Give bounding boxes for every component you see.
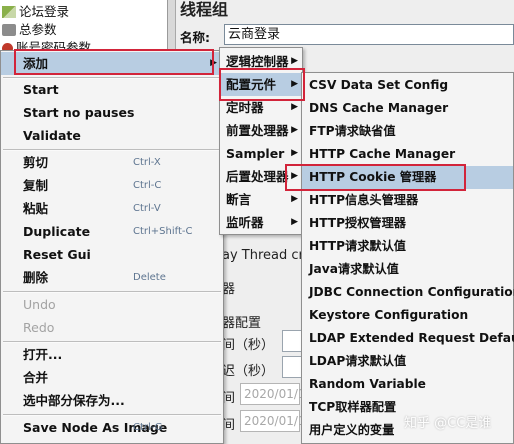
- menu-item-validate[interactable]: Validate: [1, 124, 223, 147]
- menu-item-http-header-manager[interactable]: HTTP信息头管理器: [302, 189, 513, 212]
- menu-item-label: Start: [23, 82, 59, 97]
- menu-item-reset-gui[interactable]: Reset Gui: [1, 243, 223, 266]
- menu-item-label: Java请求默认值: [309, 262, 399, 276]
- start-time-input[interactable]: 2020/01/1: [240, 383, 306, 405]
- menu-item-save-selection[interactable]: 选中部分保存为...: [1, 389, 223, 412]
- menu-item-label: Reset Gui: [23, 247, 91, 262]
- menu-item-label: JDBC Connection Configuration: [309, 285, 514, 299]
- menu-item-random-variable[interactable]: Random Variable: [302, 373, 513, 396]
- menu-item-open[interactable]: 打开...: [1, 343, 223, 366]
- menu-item-label: 逻辑控制器: [226, 54, 289, 69]
- menu-item-paste[interactable]: 粘贴 Ctrl-V: [1, 197, 223, 220]
- menu-item-label: CSV Data Set Config: [309, 78, 449, 92]
- menu-item-label: 复制: [23, 178, 49, 193]
- tree-node[interactable]: 论坛登录: [2, 3, 69, 21]
- menu-item-label: 定时器: [226, 100, 264, 115]
- menu-item-merge[interactable]: 合并: [1, 366, 223, 389]
- shortcut-label: Ctrl-C: [133, 180, 162, 191]
- menu-item-label: HTTP Cache Manager: [309, 147, 456, 161]
- duration-label: 间（秒）: [222, 338, 275, 353]
- context-menu: 添加 ▶ Start Start no pauses Validate 剪切 Ctr…: [0, 50, 224, 444]
- annotation-box-add: [14, 49, 214, 75]
- shortcut-label: Ctrl-X: [133, 157, 161, 168]
- end-time-input[interactable]: 2020/01/1: [240, 410, 306, 432]
- shortcut-label: Delete: [133, 272, 166, 283]
- menu-item-save-node-as-image[interactable]: Save Node As Image Ctrl-G: [1, 416, 223, 439]
- menu-item-label: 删除: [23, 270, 49, 285]
- menu-item-delete[interactable]: 删除 Delete: [1, 266, 223, 289]
- menu-item-assertion[interactable]: 断言 ▶: [220, 188, 302, 211]
- config-element-submenu: CSV Data Set Config DNS Cache Manager FT…: [301, 72, 514, 444]
- submenu-arrow-icon: ▶: [291, 125, 298, 135]
- tool-icon: [2, 24, 16, 36]
- menu-item-http-cache-manager[interactable]: HTTP Cache Manager: [302, 143, 513, 166]
- tree-node[interactable]: 总参数: [2, 21, 57, 39]
- menu-item-http-auth-manager[interactable]: HTTP授权管理器: [302, 212, 513, 235]
- tree-node-label: 总参数: [19, 22, 57, 37]
- menu-item-pre-processor[interactable]: 前置处理器 ▶: [220, 119, 302, 142]
- shortcut-label: Ctrl-V: [133, 203, 161, 214]
- name-label: 名称:: [180, 30, 210, 45]
- menu-item-dns-cache-manager[interactable]: DNS Cache Manager: [302, 97, 513, 120]
- menu-item-label: 监听器: [226, 215, 264, 230]
- menu-item-label: 用户定义的变量: [309, 423, 395, 437]
- menu-item-label: 粘贴: [23, 201, 49, 216]
- menu-item-label: 前置处理器: [226, 123, 289, 138]
- menu-item-label: 选中部分保存为...: [23, 393, 125, 408]
- menu-item-label: Random Variable: [309, 377, 426, 391]
- menu-item-label: DNS Cache Manager: [309, 101, 449, 115]
- menu-item-label: Keystore Configuration: [309, 308, 469, 322]
- menu-item-redo: Redo: [1, 316, 223, 339]
- menu-item-label: Undo: [23, 297, 56, 312]
- menu-item-copy[interactable]: 复制 Ctrl-C: [1, 174, 223, 197]
- menu-item-label: 断言: [226, 192, 252, 207]
- menu-item-label: Sampler: [226, 146, 285, 161]
- menu-item-sampler[interactable]: Sampler ▶: [220, 142, 302, 165]
- menu-item-label: HTTP请求默认值: [309, 239, 406, 253]
- menu-item-label: TCP取样器配置: [309, 400, 397, 414]
- menu-item-label: FTP请求缺省值: [309, 124, 396, 138]
- menu-item-label: Redo: [23, 320, 55, 335]
- submenu-arrow-icon: ▶: [291, 217, 298, 227]
- annotation-box-cookie-manager: [285, 164, 466, 191]
- menu-item-ftp-defaults[interactable]: FTP请求缺省值: [302, 120, 513, 143]
- menu-item-undo: Undo: [1, 293, 223, 316]
- menu-item-label: HTTP授权管理器: [309, 216, 406, 230]
- panel-title: 线程组: [180, 0, 229, 19]
- watermark: 知乎 @CC是谁: [404, 416, 492, 431]
- menu-item-cut[interactable]: 剪切 Ctrl-X: [1, 151, 223, 174]
- menu-item-label: 剪切: [23, 155, 49, 170]
- menu-item-http-request-defaults[interactable]: HTTP请求默认值: [302, 235, 513, 258]
- menu-item-start-no-pauses[interactable]: Start no pauses: [1, 101, 223, 124]
- menu-item-label: Duplicate: [23, 224, 91, 239]
- tree-node-label: 论坛登录: [19, 4, 70, 19]
- menu-item-label: Start no pauses: [23, 105, 135, 120]
- menu-item-label: HTTP信息头管理器: [309, 193, 419, 207]
- submenu-arrow-icon: ▶: [291, 148, 298, 158]
- shortcut-label: Ctrl+Shift-C: [133, 226, 193, 237]
- menu-item-label: 打开...: [23, 347, 63, 362]
- menu-item-ldap-extended-defaults[interactable]: LDAP Extended Request Defaults: [302, 327, 514, 350]
- menu-item-label: Validate: [23, 128, 81, 143]
- submenu-arrow-icon: ▶: [291, 194, 298, 204]
- shortcut-label: Ctrl-G: [133, 422, 163, 433]
- menu-item-label: 合并: [23, 370, 49, 385]
- menu-item-keystore-config[interactable]: Keystore Configuration: [302, 304, 513, 327]
- menu-item-jdbc-connection-config[interactable]: JDBC Connection Configuration: [302, 281, 514, 304]
- menu-item-start[interactable]: Start: [1, 78, 223, 101]
- menu-item-ldap-request-defaults[interactable]: LDAP请求默认值: [302, 350, 513, 373]
- menu-item-label: LDAP请求默认值: [309, 354, 407, 368]
- name-field[interactable]: 云商登录: [224, 24, 514, 45]
- loop-option-label: ay Thread cre: [222, 248, 312, 263]
- menu-item-label: LDAP Extended Request Defaults: [309, 331, 514, 345]
- startup-delay-label: 迟（秒）: [222, 364, 275, 379]
- menu-item-label: 后置处理器: [226, 169, 289, 184]
- menu-item-listener[interactable]: 监听器 ▶: [220, 211, 302, 234]
- scheduler-config-label: 器配置: [222, 316, 262, 331]
- pencil-icon: [2, 6, 16, 18]
- annotation-box-config-element: [219, 68, 305, 101]
- menu-item-duplicate[interactable]: Duplicate Ctrl+Shift-C: [1, 220, 223, 243]
- menu-item-csv-data-set-config[interactable]: CSV Data Set Config: [302, 74, 513, 97]
- menu-item-java-request-defaults[interactable]: Java请求默认值: [302, 258, 513, 281]
